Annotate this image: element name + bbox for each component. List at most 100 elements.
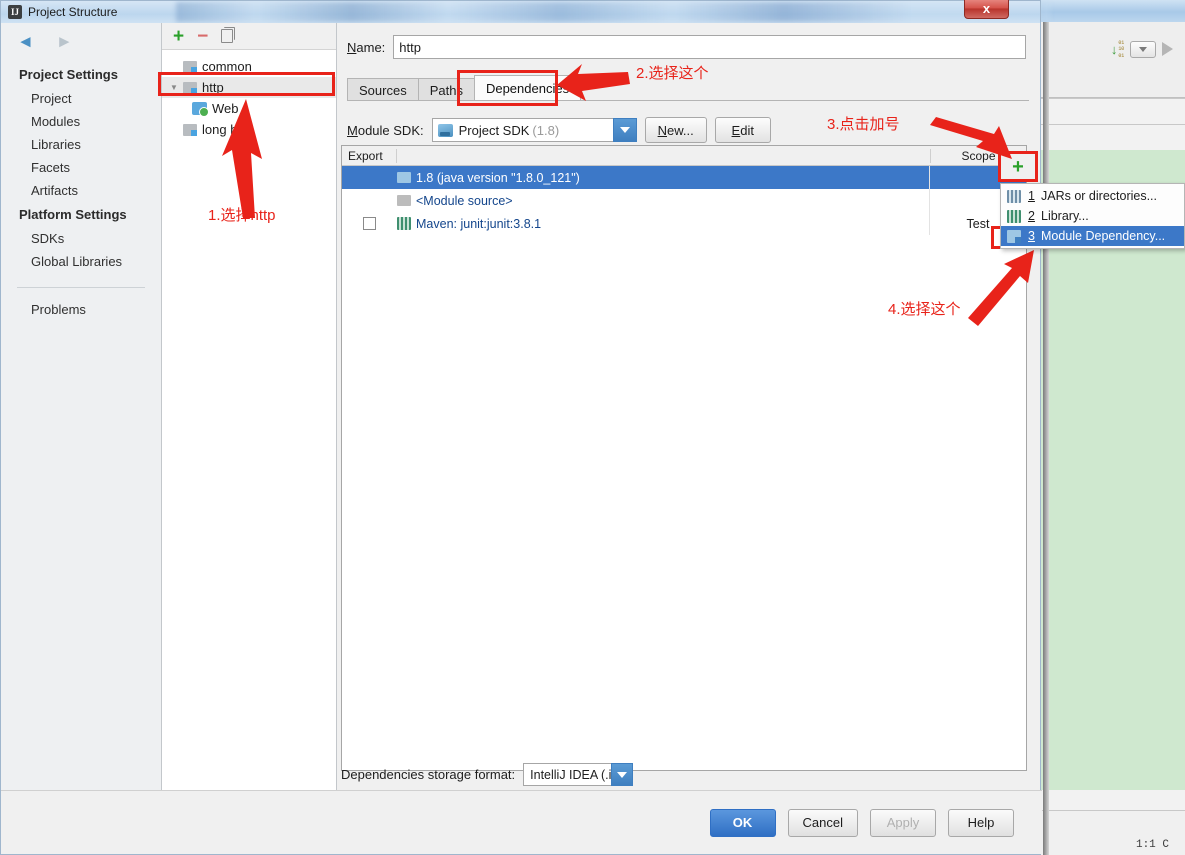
module-name-row: Name: — [337, 23, 1040, 59]
sidebar-group-project-settings: Project Settings — [19, 67, 118, 82]
module-name-label: Name: — [347, 39, 386, 55]
storage-format-combo[interactable]: IntelliJ IDEA (.iml) — [523, 763, 634, 786]
new-sdk-button[interactable]: New... — [644, 117, 707, 143]
binary-download-icon[interactable]: ↓ 01 10 01 — [1111, 40, 1124, 59]
menu-item-number: 1 — [1028, 189, 1035, 203]
run-icon[interactable] — [1162, 42, 1173, 57]
sidebar-item-artifacts[interactable]: Artifacts — [1, 179, 161, 202]
menu-item-label: Module Dependency... — [1041, 229, 1166, 243]
folder-icon — [397, 195, 411, 206]
module-sdk-version: (1.8) — [532, 122, 560, 138]
app-icon: IJ — [8, 5, 22, 19]
tab-paths[interactable]: Paths — [417, 78, 475, 101]
sidebar-item-sdks[interactable]: SDKs — [1, 227, 161, 250]
tab-sources[interactable]: Sources — [347, 78, 419, 101]
sidebar-item-libraries[interactable]: Libraries — [1, 133, 161, 156]
storage-format-label: Dependencies storage format: — [341, 767, 516, 782]
tree-node-label: http — [202, 80, 224, 95]
module-icon — [183, 81, 197, 94]
sidebar-item-project[interactable]: Project — [1, 87, 161, 110]
tree-node-web[interactable]: Web — [162, 98, 336, 119]
module-name-input[interactable] — [393, 35, 1026, 59]
add-module-icon[interactable]: + — [173, 27, 184, 46]
dependency-label: <Module source> — [416, 193, 513, 208]
sidebar-item-global-libraries[interactable]: Global Libraries — [1, 250, 161, 273]
tree-node-label: long bo — [202, 122, 245, 137]
module-tree-panel: + − ▼ common ▼ http — [162, 23, 337, 792]
copy-module-icon[interactable] — [221, 27, 236, 43]
chevron-down-icon[interactable] — [611, 763, 634, 786]
sidebar-navigation: ◄ ► — [1, 23, 161, 50]
scope-column-divider — [929, 166, 930, 235]
forward-arrow-icon[interactable]: ► — [56, 33, 73, 50]
dependency-name-cell: Maven: junit:junit:3.8.1 — [397, 217, 930, 231]
background-toolbar-icons: ↓ 01 10 01 — [1111, 40, 1173, 59]
tree-node-http[interactable]: ▼ http — [162, 77, 336, 98]
sidebar-item-problems[interactable]: Problems — [1, 298, 161, 321]
add-dependency-menu: 1 JARs or directories... 2 Library... 3 … — [1000, 183, 1185, 249]
sidebar-item-facets[interactable]: Facets — [1, 156, 161, 179]
close-icon[interactable]: x — [964, 0, 1009, 19]
help-button[interactable]: Help — [948, 808, 1014, 837]
menu-item-module-dependency[interactable]: 3 Module Dependency... — [1001, 226, 1184, 246]
expander-icon[interactable]: ▼ — [170, 83, 183, 92]
export-cell — [342, 217, 397, 230]
sidebar-list: Project Settings Project Modules Librari… — [1, 62, 161, 321]
background-statusbar: 1:1 C — [1040, 810, 1185, 855]
add-dependency-button[interactable]: + — [1000, 153, 1036, 180]
module-tree-body: ▼ common ▼ http Web ▼ — [162, 50, 336, 140]
caret-position-label: 1:1 C — [1135, 839, 1169, 851]
table-row[interactable]: <Module source> — [342, 189, 1026, 212]
jdk-icon — [437, 123, 453, 137]
dropdown-icon[interactable] — [1130, 40, 1156, 58]
annotation-step1: 1.选择http — [208, 207, 276, 224]
module-sdk-combo[interactable]: Project SDK (1.8) — [431, 118, 637, 142]
library-icon — [1007, 209, 1021, 223]
ok-button[interactable]: OK — [709, 808, 776, 837]
sidebar-group-platform-settings: Platform Settings — [19, 207, 127, 222]
dependencies-table-header: Export Scope — [342, 146, 1026, 166]
back-arrow-icon[interactable]: ◄ — [17, 33, 34, 50]
jdk-icon — [397, 172, 411, 183]
dialog-footer: OK Cancel Apply Help — [1, 790, 1042, 854]
background-edge-shadow — [1043, 22, 1049, 855]
apply-button: Apply — [870, 808, 936, 837]
titlebar-blur-overlay — [176, 2, 976, 22]
web-facet-icon — [192, 102, 209, 117]
menu-item-library[interactable]: 2 Library... — [1001, 206, 1184, 226]
module-icon — [183, 60, 197, 73]
table-row[interactable]: Maven: junit:junit:3.8.1 Test — [342, 212, 1026, 235]
storage-format-row: Dependencies storage format: IntelliJ ID… — [341, 763, 634, 786]
remove-module-icon[interactable]: − — [197, 27, 208, 46]
plus-icon: + — [1012, 155, 1024, 178]
dependencies-table: Export Scope 1.8 (java version "1.8.0_12… — [341, 145, 1027, 771]
jars-icon — [1007, 189, 1021, 203]
dialog-title: Project Structure — [28, 5, 118, 19]
module-sdk-row: Module SDK: Project SDK (1.8) New... Edit — [347, 117, 1040, 143]
dependency-name-cell: 1.8 (java version "1.8.0_121") — [397, 171, 930, 185]
sidebar-divider — [17, 287, 145, 288]
module-sdk-value: Project SDK — [458, 122, 530, 138]
sidebar-item-modules[interactable]: Modules — [1, 110, 161, 133]
column-header-export: Export — [342, 148, 397, 163]
chevron-down-icon[interactable] — [612, 118, 637, 142]
menu-item-label: Library... — [1041, 209, 1089, 223]
menu-item-number: 3 — [1028, 229, 1035, 243]
annotation-step4: 4.选择这个 — [888, 301, 961, 318]
library-icon — [397, 217, 411, 230]
annotation-step2: 2.选择这个 — [636, 65, 709, 82]
cancel-button[interactable]: Cancel — [787, 808, 858, 837]
dialog-body: ◄ ► Project Settings Project Modules Lib… — [1, 23, 1040, 792]
edit-sdk-button[interactable]: Edit — [714, 117, 771, 143]
tree-node-common[interactable]: ▼ common — [162, 56, 336, 77]
screen-root: ↓ 01 10 01 1:1 C IJ Project Structure x ◄ — [0, 0, 1185, 855]
menu-item-jars-or-directories[interactable]: 1 JARs or directories... — [1001, 186, 1184, 206]
table-row[interactable]: 1.8 (java version "1.8.0_121") — [342, 166, 1026, 189]
dependency-label: Maven: junit:junit:3.8.1 — [416, 216, 542, 231]
tab-dependencies[interactable]: Dependencies — [473, 75, 582, 101]
module-editor-panel: Name: Sources Paths Dependencies Module … — [337, 23, 1040, 792]
tree-node-longbo[interactable]: ▼ long bo — [162, 119, 336, 140]
dependencies-rows: 1.8 (java version "1.8.0_121") <Module s… — [342, 166, 1026, 235]
export-checkbox[interactable] — [363, 217, 376, 230]
tree-node-label: common — [202, 59, 252, 74]
